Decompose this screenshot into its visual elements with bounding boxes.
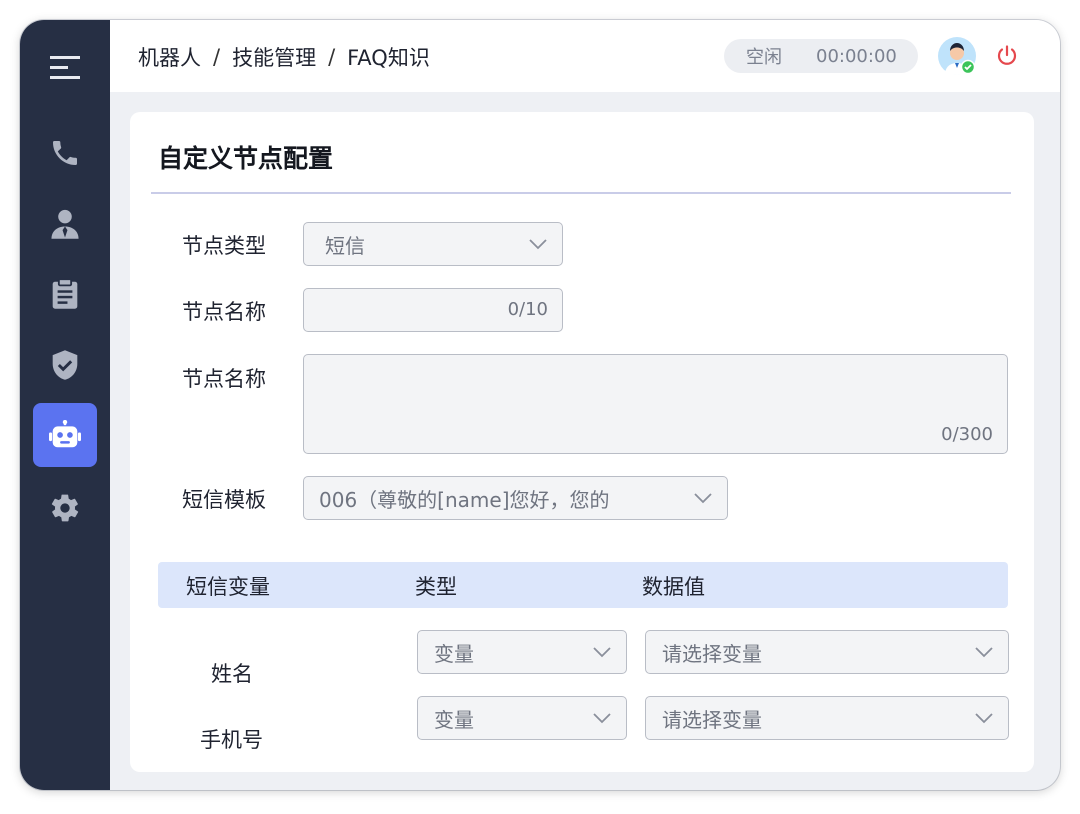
node-desc-counter: 0/300: [941, 424, 993, 445]
variable-value-select[interactable]: 请选择变量: [645, 630, 1009, 674]
col-header-type: 类型: [415, 575, 457, 599]
sidebar-item-security[interactable]: [33, 333, 97, 397]
breadcrumb-separator: /: [213, 45, 221, 69]
status-timer: 00:00:00: [816, 45, 897, 67]
shield-check-icon: [52, 350, 78, 380]
user-icon: [51, 209, 79, 239]
node-desc-textarea[interactable]: 0/300: [303, 354, 1008, 454]
node-type-select[interactable]: 短信: [303, 222, 563, 266]
gear-icon: [51, 494, 79, 522]
node-config-card: 自定义节点配置 节点类型 短信 节点名称 0/10 节点名称 0/300 短信模…: [130, 112, 1034, 772]
robot-icon: [49, 420, 81, 448]
title-divider: [151, 192, 1011, 194]
variable-value-placeholder: 请选择变量: [662, 707, 762, 732]
node-name-counter: 0/10: [507, 299, 548, 320]
chevron-down-icon: [593, 647, 611, 658]
menu-toggle-button[interactable]: [33, 36, 97, 100]
breadcrumb-item-skill-management[interactable]: 技能管理: [232, 42, 316, 72]
breadcrumb-separator: /: [328, 45, 336, 69]
chevron-down-icon: [529, 239, 547, 250]
variable-name: 手机号: [200, 728, 263, 752]
clipboard-icon: [52, 278, 78, 309]
variable-value-select[interactable]: 请选择变量: [645, 696, 1009, 740]
sidebar-item-settings[interactable]: [33, 476, 97, 540]
chevron-down-icon: [593, 713, 611, 724]
avatar-icon: [938, 37, 976, 75]
variable-type-select[interactable]: 变量: [417, 630, 627, 674]
node-name-input[interactable]: 0/10: [303, 288, 563, 332]
page-title: 自定义节点配置: [158, 144, 334, 173]
breadcrumb: 机器人 / 技能管理 / FAQ知识: [138, 42, 430, 72]
node-type-value: 短信: [325, 233, 365, 258]
col-header-data-value: 数据值: [642, 575, 705, 599]
breadcrumb-item-robot[interactable]: 机器人: [138, 42, 201, 72]
node-desc-label: 节点名称: [182, 367, 266, 391]
node-type-label: 节点类型: [182, 234, 266, 258]
phone-icon: [53, 141, 77, 165]
app-window: 机器人 / 技能管理 / FAQ知识 空闲 00:00:00 自定义节点配置 节…: [20, 20, 1060, 790]
variables-table-header: 短信变量 类型 数据值: [158, 562, 1008, 608]
variable-value-placeholder: 请选择变量: [662, 641, 762, 666]
chevron-down-icon: [975, 713, 993, 724]
sidebar-item-robot[interactable]: [33, 403, 97, 467]
menu-icon: [50, 56, 80, 79]
sms-template-label: 短信模板: [182, 488, 266, 512]
sidebar: [20, 20, 110, 790]
chevron-down-icon: [975, 647, 993, 658]
breadcrumb-item-faq-knowledge: FAQ知识: [347, 46, 430, 70]
status-text: 空闲: [746, 47, 782, 68]
node-name-label: 节点名称: [182, 300, 266, 324]
logout-button[interactable]: [995, 44, 1019, 68]
sidebar-item-phone[interactable]: [33, 121, 97, 185]
variable-type-value: 变量: [434, 707, 474, 732]
sms-template-value: 006（尊敬的[name]您好，您的: [319, 487, 610, 512]
agent-status-pill[interactable]: 空闲 00:00:00: [724, 39, 918, 73]
power-icon: [997, 45, 1017, 65]
avatar[interactable]: [938, 37, 976, 75]
sms-template-select[interactable]: 006（尊敬的[name]您好，您的: [303, 476, 728, 520]
top-header: 机器人 / 技能管理 / FAQ知识 空闲 00:00:00: [110, 20, 1060, 92]
chevron-down-icon: [694, 493, 712, 504]
variable-name: 姓名: [211, 662, 253, 686]
variable-type-select[interactable]: 变量: [417, 696, 627, 740]
sidebar-item-user[interactable]: [33, 192, 97, 256]
sidebar-item-records[interactable]: [33, 262, 97, 326]
col-header-sms-variable: 短信变量: [186, 575, 270, 599]
variable-type-value: 变量: [434, 641, 474, 666]
